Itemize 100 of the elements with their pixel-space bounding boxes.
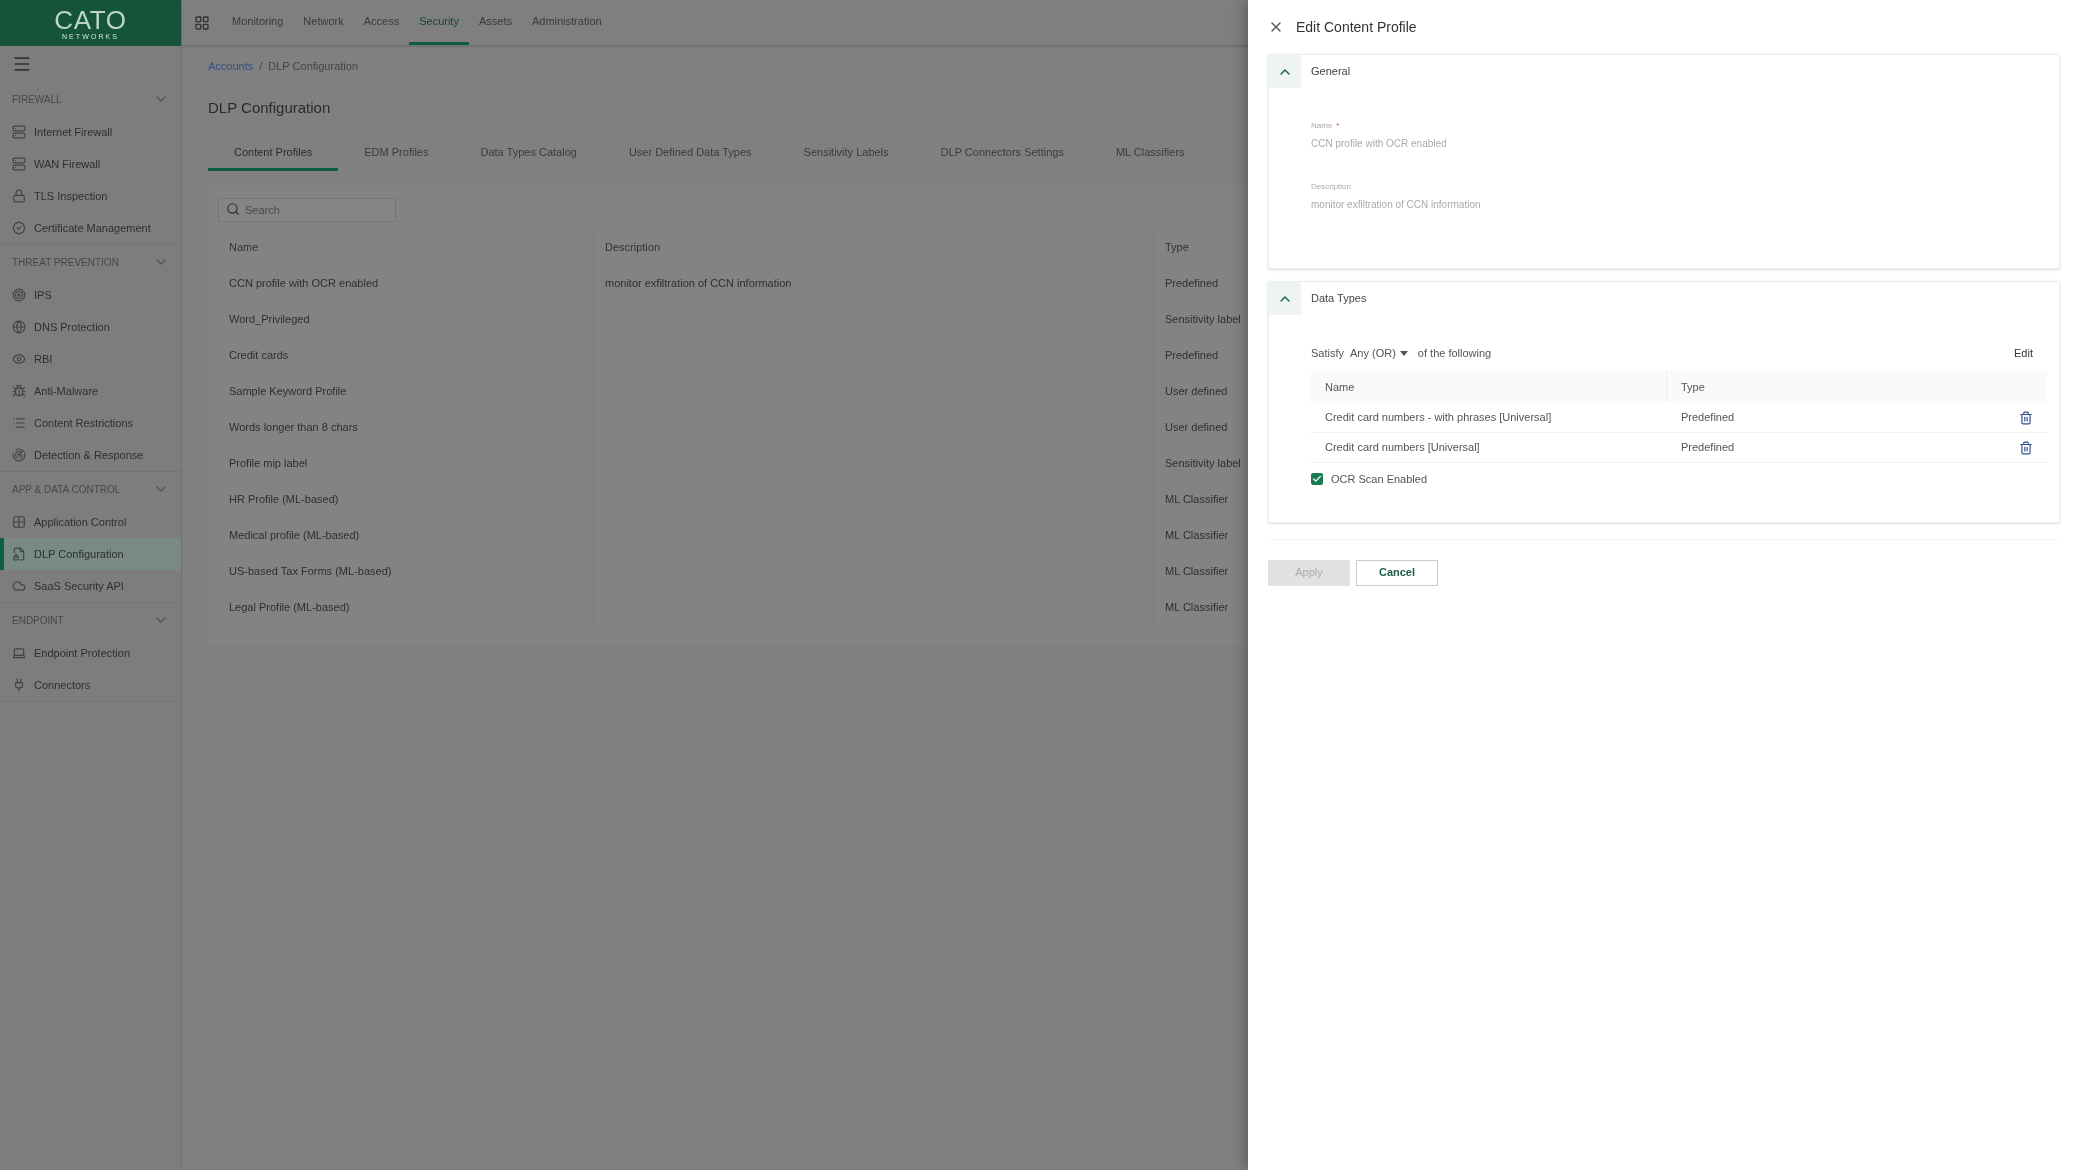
column-header: Name	[218, 229, 594, 265]
section-title: General	[1311, 64, 1351, 80]
nav-tab[interactable]: Administration	[521, 0, 612, 45]
sidebar-item[interactable]: Connectors	[0, 669, 181, 701]
item-icon	[12, 352, 26, 366]
breadcrumb-current: DLP Configuration	[268, 59, 358, 74]
tab[interactable]: ML Classifiers	[1089, 137, 1211, 171]
panel-title: Edit Content Profile	[1296, 17, 1417, 37]
sidebar-item[interactable]: WAN Firewall	[0, 148, 181, 180]
item-icon	[12, 547, 26, 561]
nav-tab[interactable]: Security	[409, 0, 469, 45]
table-cell-text: US-based Tax Forms (ML-based)	[229, 563, 392, 579]
search-field[interactable]: Search	[218, 198, 396, 222]
search-icon	[226, 202, 240, 216]
table-cell-text: ML Classifier	[1165, 599, 1229, 615]
table-cell-text: Credit card numbers [Universal]	[1325, 440, 1480, 456]
satisfy-dropdown[interactable]: Any (OR)	[1350, 344, 1408, 362]
item-icon	[12, 384, 26, 398]
table-cell-text: User defined	[1165, 419, 1228, 435]
sidebar-item[interactable]: Application Control	[0, 506, 181, 538]
section-title: Data Types	[1311, 291, 1367, 307]
item-icon	[12, 448, 26, 462]
table-cell-text: ML Classifier	[1165, 563, 1229, 579]
sidebar-item[interactable]: RBI	[0, 343, 181, 375]
sidebar-item[interactable]: IPS	[0, 279, 181, 311]
trash-icon[interactable]	[2019, 410, 2033, 425]
satisfy-label: Satisfy	[1311, 345, 1344, 361]
table-cell-text: HR Profile (ML-based)	[229, 491, 339, 507]
item-icon	[12, 221, 26, 235]
menu-icon[interactable]	[12, 54, 32, 74]
table-cell-text: Credit card numbers - with phrases [Universal]	[1325, 410, 1552, 426]
sidebar-item[interactable]: Endpoint Protection	[0, 637, 181, 669]
nav-tab[interactable]: Monitoring	[222, 0, 294, 45]
nav-tab[interactable]: Network	[293, 0, 354, 45]
field-label: Description	[1311, 181, 1351, 193]
field-label: Name	[1311, 120, 1333, 132]
tab[interactable]: User Defined Data Types	[602, 137, 778, 171]
breadcrumb-link[interactable]: Accounts	[208, 58, 254, 75]
page-title: DLP Configuration	[207, 97, 332, 118]
table-cell-text: Words longer than 8 chars	[229, 419, 358, 435]
item-icon	[12, 416, 26, 430]
satisfy-suffix: of the following	[1417, 345, 1492, 361]
tab[interactable]: EDM Profiles	[338, 137, 455, 171]
item-icon	[12, 157, 26, 171]
sidebar-item[interactable]: TLS Inspection	[0, 180, 181, 212]
tab[interactable]: Data Types Catalog	[454, 137, 603, 171]
table-cell-text: Medical profile (ML-based)	[229, 527, 360, 543]
table-cell-text: Predefined	[1681, 410, 1735, 426]
item-icon	[12, 646, 26, 660]
sidebar-item[interactable]: Certificate Management	[0, 212, 181, 244]
sidebar-item[interactable]: Anti-Malware	[0, 375, 181, 407]
collapse-button[interactable]	[1269, 282, 1301, 315]
table-cell-text: Sample Keyword Profile	[229, 383, 347, 399]
caret-icon	[1399, 350, 1408, 356]
tab[interactable]: DLP Connectors Settings	[914, 137, 1090, 171]
table-cell-text: User defined	[1165, 383, 1228, 399]
item-icon	[12, 320, 26, 334]
item-icon	[12, 678, 26, 692]
tab[interactable]: Content Profiles	[208, 137, 339, 171]
breadcrumb-separator: /	[259, 59, 263, 74]
column-header: Description	[594, 229, 1154, 265]
sidebar-item[interactable]: Content Restrictions	[0, 407, 181, 439]
sidebar-item[interactable]: Internet Firewall	[0, 116, 181, 148]
table-cell-text: ML Classifier	[1165, 491, 1229, 507]
column-header: Type	[1681, 379, 1705, 395]
table-cell-text: Legal Profile (ML-based)	[229, 599, 350, 615]
column-header: Name	[1325, 379, 1355, 395]
collapse-button[interactable]	[1269, 55, 1301, 88]
input-field[interactable]: monitor exfiltration of CCN information	[1311, 197, 1711, 212]
trash-icon[interactable]	[2019, 440, 2033, 455]
table-cell-text: Predefined	[1681, 440, 1735, 456]
item-icon	[12, 189, 26, 203]
table-cell-text: Profile mip label	[229, 455, 308, 471]
sidebar-item[interactable]: SaaS Security API	[0, 570, 181, 602]
table-cell-text: Predefined	[1165, 347, 1219, 363]
apps-grid-icon[interactable]	[194, 14, 210, 31]
sidebar-item[interactable]: DLP Configuration	[0, 538, 181, 570]
table-cell-text: Sensitivity label	[1165, 311, 1241, 327]
required-mark: *	[1336, 120, 1340, 132]
item-icon	[12, 125, 26, 139]
item-icon	[12, 515, 26, 529]
sidebar-item[interactable]: Detection & Response	[0, 439, 181, 471]
input-field[interactable]: CCN profile with OCR enabled	[1311, 136, 1711, 151]
table-cell-text: Word_Privileged	[229, 311, 310, 327]
checkbox[interactable]	[1311, 473, 1323, 486]
sidebar-item[interactable]: DNS Protection	[0, 311, 181, 343]
edit-link[interactable]: Edit	[2014, 344, 2033, 362]
tab[interactable]: Sensitivity Labels	[777, 137, 915, 171]
table-cell-text: Predefined	[1165, 275, 1219, 291]
item-icon	[12, 579, 26, 593]
checkbox-label: OCR Scan Enabled	[1331, 472, 1427, 487]
item-icon	[12, 288, 26, 302]
table-cell-text: CCN profile with OCR enabled	[229, 275, 379, 291]
table-cell-text: Credit cards	[229, 347, 289, 363]
cancel-button[interactable]: Cancel	[1356, 559, 1438, 586]
nav-tab[interactable]: Assets	[468, 0, 522, 45]
table-cell-text: Sensitivity label	[1165, 455, 1241, 471]
table-cell-text: ML Classifier	[1165, 527, 1229, 543]
nav-tab[interactable]: Access	[353, 0, 410, 45]
table-cell-text: monitor exfiltration of CCN information	[605, 275, 792, 291]
